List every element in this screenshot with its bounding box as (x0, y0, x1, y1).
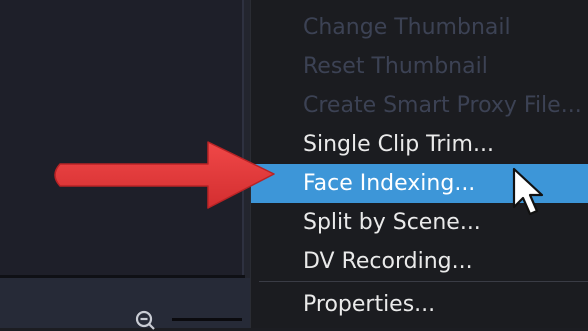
menu-separator (259, 281, 588, 282)
context-menu: Change Thumbnail Reset Thumbnail Create … (250, 0, 588, 328)
menu-item-dv-recording[interactable]: DV Recording... (251, 242, 588, 281)
menu-item-create-smart-proxy-file: Create Smart Proxy File... (303, 93, 582, 118)
mouse-pointer-icon (512, 167, 544, 216)
menu-item-properties[interactable]: Properties... (251, 285, 588, 324)
menu-item-single-clip-trim[interactable]: Single Clip Trim... (251, 125, 588, 164)
red-arrow-annotation (54, 141, 275, 209)
zoom-slider[interactable] (172, 318, 242, 321)
menu-item-change-thumbnail: Change Thumbnail (303, 15, 511, 40)
menu-item-reset-thumbnail: Reset Thumbnail (303, 54, 488, 79)
